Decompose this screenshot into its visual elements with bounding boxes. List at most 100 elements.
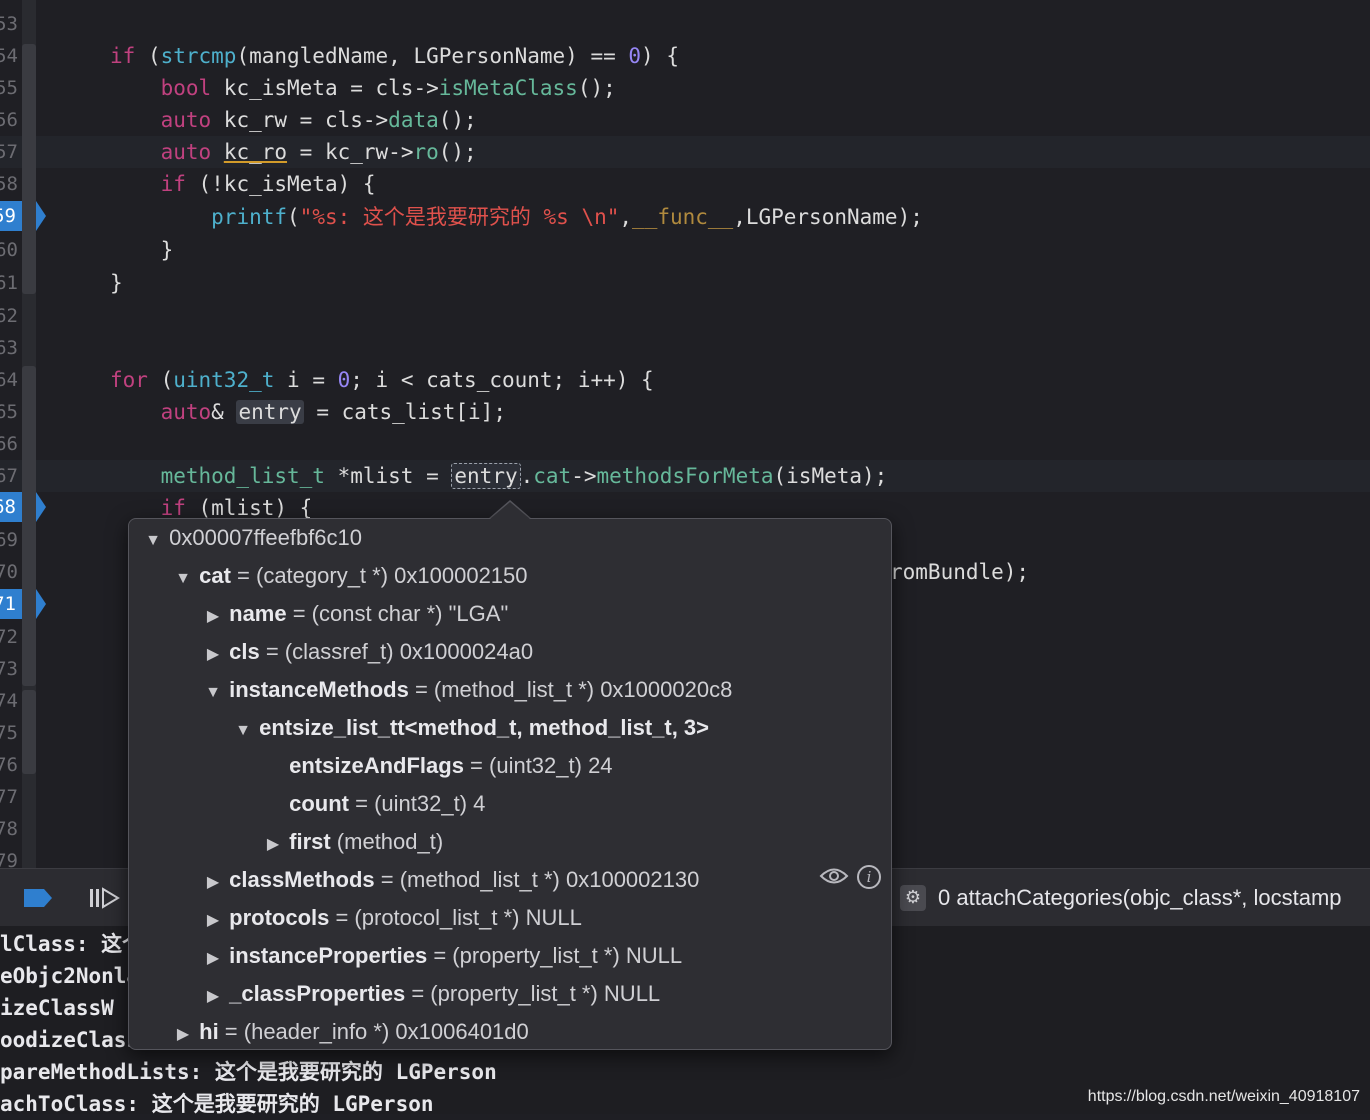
variable-row[interactable]: ▶ instanceProperties = (property_list_t …	[203, 937, 682, 975]
code-line[interactable]: 66	[0, 428, 1370, 460]
line-number: 55	[0, 77, 18, 99]
line-number: 79	[0, 850, 18, 868]
code-text: }	[110, 271, 123, 295]
fold-ribbon[interactable]	[22, 44, 36, 294]
breakpoints-toggle-icon[interactable]	[24, 889, 52, 907]
fold-ribbon[interactable]	[22, 690, 36, 774]
variable-value: = (uint32_t) 4	[349, 791, 486, 816]
disclosure-triangle-icon[interactable]: ▼	[203, 674, 223, 712]
line-number: 59	[0, 205, 16, 227]
variable-row[interactable]: ▶ first (method_t)	[263, 823, 443, 861]
disclosure-triangle-icon[interactable]: ▼	[173, 560, 193, 598]
code-line[interactable]: 53	[0, 8, 1370, 40]
line-number: 66	[0, 433, 18, 455]
variable-name: count	[289, 791, 350, 816]
code-text: auto& entry = cats_list[i];	[160, 400, 506, 424]
code-line[interactable]: 64 for (uint32_t i = 0; i < cats_count; …	[0, 364, 1370, 396]
line-number: 65	[0, 401, 18, 423]
variable-row[interactable]: ▶ _classProperties = (property_list_t *)…	[203, 975, 660, 1013]
stack-frame-selector[interactable]: ⚙ 0 attachCategories(objc_class*, locsta…	[900, 868, 1370, 926]
disclosure-triangle-icon[interactable]: ▶	[203, 864, 223, 902]
variable-row[interactable]: ▼ instanceMethods = (method_list_t *) 0x…	[203, 671, 732, 709]
disclosure-triangle-icon[interactable]: ▶	[263, 826, 283, 864]
variable-value: 0x00007ffeefbf6c10	[169, 525, 363, 550]
variable-value: (method_t)	[330, 829, 444, 854]
info-icon[interactable]: i	[857, 865, 881, 889]
code-line-current[interactable]: 57 auto kc_ro = kc_rw->ro();	[0, 136, 1370, 168]
code-line[interactable]: 60 }	[0, 234, 1370, 266]
variable-row[interactable]: ▶ hi = (header_info *) 0x1006401d0	[173, 1013, 529, 1051]
line-number: 70	[0, 561, 18, 583]
variable-value: = (property_list_t *) NULL	[405, 981, 661, 1006]
disclosure-triangle-icon[interactable]: ▶	[203, 636, 223, 674]
code-line[interactable]: 67 method_list_t *mlist = entry .cat->met…	[0, 460, 1370, 492]
disclosure-triangle-icon[interactable]: ▶	[203, 940, 223, 978]
disclosure-triangle-icon[interactable]: ▶	[173, 1016, 193, 1054]
variable-value: = (method_list_t *) 0x100002130	[374, 867, 700, 892]
line-number: 53	[0, 13, 18, 35]
variable-row[interactable]: ▶ classMethods = (method_list_t *) 0x100…	[203, 861, 700, 902]
code-text: bool kc_isMeta = cls->isMetaClass();	[160, 76, 616, 100]
line-number: 60	[0, 239, 18, 261]
code-line[interactable]: 63	[0, 332, 1370, 364]
code-text: auto kc_ro = kc_rw->ro();	[160, 140, 477, 164]
line-number: 77	[0, 786, 18, 808]
variable-row[interactable]: ▼ entsize_list_tt<method_t, method_list_…	[233, 709, 709, 747]
console-line: pareMethodLists: 这个是我要研究的 LGPerson	[0, 1060, 497, 1084]
line-number: 56	[0, 109, 18, 131]
variable-value: = (category_t *) 0x100002150	[230, 563, 528, 588]
stack-frame-label: 0 attachCategories(objc_class*, locstamp	[938, 885, 1342, 910]
variable-row[interactable]: ▶ cls = (classref_t) 0x1000024a0	[203, 633, 533, 671]
code-text: auto kc_rw = cls->data();	[160, 108, 477, 132]
line-number: 72	[0, 626, 18, 648]
variable-row[interactable]: ▼ 0x00007ffeefbf6c10	[143, 519, 362, 557]
code-line[interactable]: 62	[0, 300, 1370, 332]
variable-name: hi	[199, 1019, 219, 1044]
variable-row[interactable]: count = (uint32_t) 4	[263, 785, 485, 823]
code-line[interactable]: 56 auto kc_rw = cls->data();	[0, 104, 1370, 136]
variable-value: = (const char *) "LGA"	[286, 601, 509, 626]
code-text-partial: romBundle);	[890, 560, 1030, 584]
variable-row[interactable]: ▶ protocols = (protocol_list_t *) NULL	[203, 899, 582, 937]
line-number: 74	[0, 690, 18, 712]
variable-inspector-popover[interactable]: ▼ 0x00007ffeefbf6c10 ▼ cat = (category_t…	[128, 518, 892, 1050]
variable-row[interactable]: ▼ cat = (category_t *) 0x100002150	[173, 557, 528, 598]
code-line[interactable]: 58 if (!kc_isMeta) {	[0, 168, 1370, 200]
variable-row[interactable]: ▶ name = (const char *) "LGA"	[203, 595, 508, 633]
line-number: 71	[0, 593, 16, 615]
eye-icon[interactable]	[819, 865, 849, 887]
code-line[interactable]: 54 if (strcmp(mangledName, LGPersonName)…	[0, 40, 1370, 72]
variable-row[interactable]: entsizeAndFlags = (uint32_t) 24	[263, 747, 613, 785]
disclosure-triangle-icon[interactable]: ▶	[203, 598, 223, 636]
line-number: 58	[0, 173, 18, 195]
continue-icon[interactable]	[88, 885, 122, 911]
variable-name: first	[289, 829, 331, 854]
variable-value: = (uint32_t) 24	[463, 753, 613, 778]
line-number: 54	[0, 45, 18, 67]
line-number: 73	[0, 658, 18, 680]
code-text: for (uint32_t i = 0; i < cats_count; i++…	[110, 368, 654, 392]
code-line[interactable]: 61 }	[0, 267, 1370, 299]
variable-name: entsize_list_tt<method_t, method_list_t,…	[259, 715, 710, 740]
code-text: if (!kc_isMeta) {	[160, 172, 376, 196]
variable-value: = (classref_t) 0x1000024a0	[259, 639, 534, 664]
variable-value: = (property_list_t *) NULL	[427, 943, 683, 968]
variable-name: classMethods	[229, 867, 375, 892]
disclosure-triangle-icon[interactable]: ▶	[203, 902, 223, 940]
code-text: method_list_t *mlist = entry .cat->method…	[160, 463, 888, 489]
disclosure-triangle-icon[interactable]: ▼	[233, 712, 253, 750]
variable-name: instanceProperties	[229, 943, 428, 968]
disclosure-triangle-icon[interactable]: ▼	[143, 522, 163, 560]
code-line[interactable]: 65 auto& entry = cats_list[i];	[0, 396, 1370, 428]
fold-ribbon[interactable]	[22, 366, 36, 686]
code-text: if (strcmp(mangledName, LGPersonName) ==…	[110, 44, 679, 68]
watermark-url: https://blog.csdn.net/weixin_40918107	[1087, 1088, 1360, 1105]
console-line: oodizeClass	[0, 1028, 140, 1052]
code-line[interactable]: 55 bool kc_isMeta = cls->isMetaClass();	[0, 72, 1370, 104]
variable-name: cls	[229, 639, 260, 664]
line-number: 64	[0, 369, 18, 391]
line-number: 57	[0, 141, 18, 163]
code-line[interactable]: 59 printf("%s: 这个是我要研究的 %s \n",__func__,…	[0, 201, 1370, 233]
console-line: izeClassW	[0, 996, 114, 1020]
disclosure-triangle-icon[interactable]: ▶	[203, 978, 223, 1016]
